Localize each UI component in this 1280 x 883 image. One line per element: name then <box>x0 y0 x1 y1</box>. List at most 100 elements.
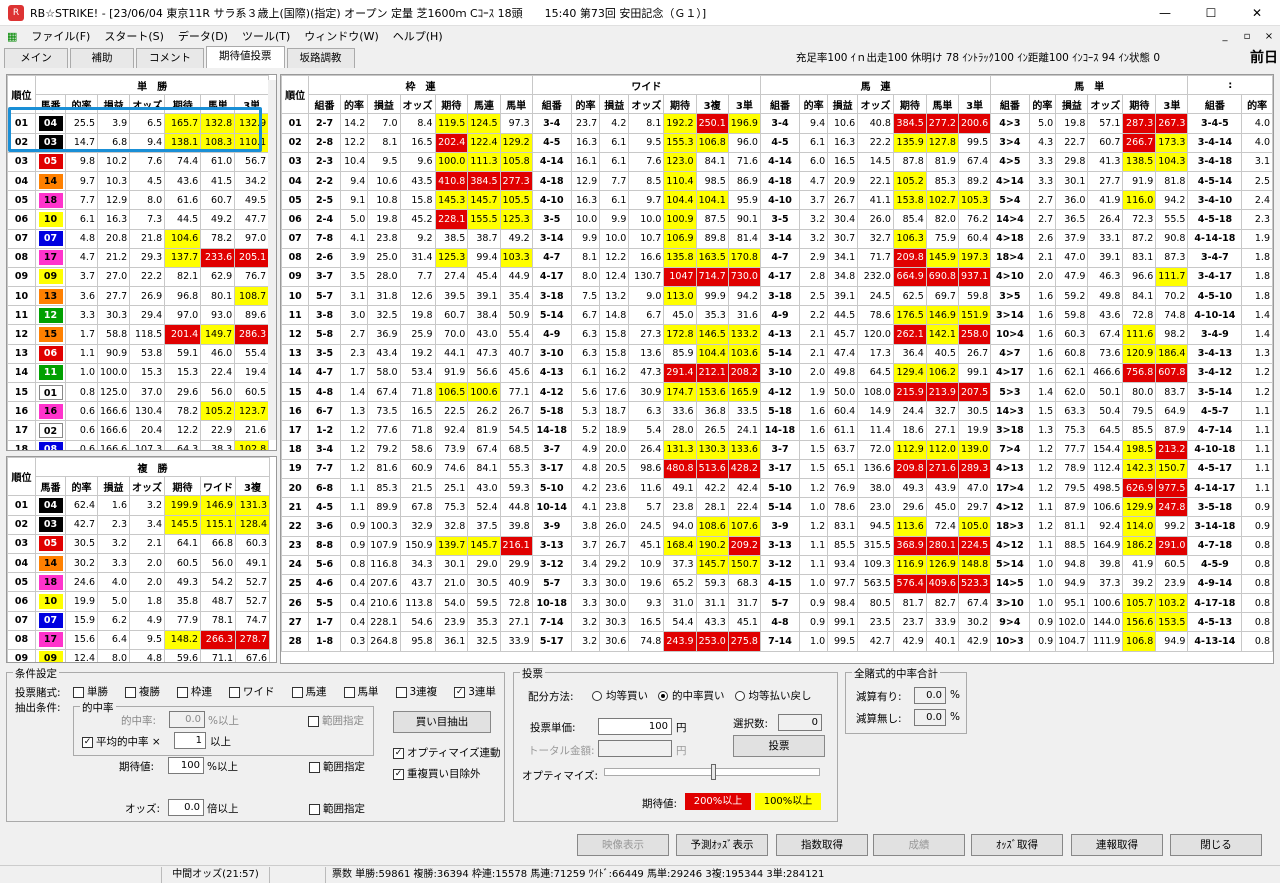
radio-dot[interactable] <box>734 691 745 701</box>
table-row[interactable]: 06 10 19.9 5.0 1.8 35.8 48.7 52.7 <box>7 591 270 612</box>
table-row[interactable]: 15 4-8 1.4 67.4 71.8 106.5 100.6 77.1 4-12 5.6 17.… <box>281 381 1273 403</box>
bet-type-checkbox[interactable]: ワイド <box>229 684 275 699</box>
table-row[interactable]: 16 16 0.6 166.6 130.4 78.2 105.2 123.7 <box>7 401 270 422</box>
table-row[interactable]: 13 3-5 2.3 43.4 19.2 44.1 47.3 40.7 3-10 6.3 15.8 1… <box>281 343 1273 364</box>
table-row[interactable]: 10 5-7 3.1 31.8 12.6 39.5 39.1 35.4 3-18 7.5 13.2 9… <box>281 286 1273 307</box>
bet-type-checkbox[interactable]: 単勝 <box>73 684 108 699</box>
unit-input[interactable]: 100 <box>598 718 672 735</box>
table-row[interactable]: 14 11 1.0 100.0 15.3 15.3 22.4 19.4 <box>7 362 270 384</box>
menu-window[interactable]: ウィンドウ(W) <box>297 28 385 44</box>
table-row[interactable]: 23 8-8 0.9 107.9 150.9 139.7 145.7 216.1 3-13 3.7… <box>281 535 1273 556</box>
bottom-button[interactable]: 閉じる <box>1170 834 1262 856</box>
table-row[interactable]: 20 6-8 1.1 85.3 21.5 25.1 43.0 59.3 5-10 4.2 23.6 1… <box>281 477 1273 499</box>
tab-expected-vote[interactable]: 期待値投票 <box>206 46 285 68</box>
table-row[interactable]: 03 05 9.8 10.2 7.6 74.4 61.0 56.7 <box>7 151 270 172</box>
table-row[interactable]: 02 2-8 12.2 8.1 16.5 202.4 122.4 129.2 4-5 16.3 6.… <box>281 132 1273 153</box>
bet-type-box[interactable]: ✓ <box>454 686 466 698</box>
tab-main[interactable]: メイン <box>4 48 68 68</box>
table-row[interactable]: 06 2-4 5.0 19.8 45.2 228.1 155.5 125.3 3-5 10.0 9.… <box>281 209 1273 230</box>
table-row[interactable]: 08 2-6 3.9 25.0 31.4 125.3 99.4 103.3 4-7 8.1 12.2… <box>281 247 1273 268</box>
avg-hit-box[interactable]: ✓ <box>82 736 93 748</box>
table-row[interactable]: 18 08 0.6 166.6 107.3 64.3 38.3 102.8 <box>7 439 270 450</box>
table-row[interactable]: 17 02 0.6 166.6 20.4 12.2 22.9 21.6 <box>7 420 270 441</box>
table-row[interactable]: 22 3-6 0.9 100.3 32.9 32.8 37.5 39.8 3-9 3.8 26.0 2… <box>281 516 1273 537</box>
radio-dot[interactable] <box>592 691 602 701</box>
range2-box[interactable] <box>309 761 320 773</box>
avg-hit-input[interactable]: 1 <box>174 732 206 749</box>
table-row[interactable]: 21 4-5 1.1 89.9 67.8 75.3 52.4 44.8 10-14 4.1 23.8… <box>281 497 1273 518</box>
optimize-slider-thumb[interactable] <box>711 764 716 780</box>
maximize-button[interactable]: ☐ <box>1188 0 1234 26</box>
mdi-close-button[interactable]: × <box>1258 31 1280 42</box>
method-radio[interactable]: 均等払い戻し <box>734 688 812 703</box>
menu-tools[interactable]: ツール(T) <box>235 28 297 44</box>
table-row[interactable]: 28 1-8 0.3 264.8 95.8 36.1 32.5 33.9 5-17 3.2 30.6… <box>281 631 1273 652</box>
table-row[interactable]: 25 4-6 0.4 207.6 43.7 21.0 30.5 40.9 5-7 3.3 30.0 1… <box>281 573 1273 595</box>
bet-type-box[interactable] <box>395 686 407 698</box>
table-row[interactable]: 19 7-7 1.2 81.6 60.9 74.6 84.1 55.3 3-17 4.8 20.5 9… <box>281 458 1273 479</box>
table-row[interactable]: 24 5-6 0.8 116.8 34.3 30.1 29.0 29.9 3-12 3.4 29.2… <box>281 554 1273 575</box>
avg-hit-checkbox[interactable]: ✓ 平均的中率 × <box>82 734 161 749</box>
table-row[interactable]: 09 09 12.4 8.0 4.8 59.6 71.1 67.6 <box>7 648 270 662</box>
table-row[interactable]: 04 2-2 9.4 10.6 43.5 410.8 384.5 277.3 4-18 12.9 7… <box>281 170 1273 192</box>
exclude-dup-checkbox[interactable]: ✓ 重複買い目除外 <box>393 766 481 781</box>
extract-button[interactable]: 買い目抽出 <box>393 711 491 733</box>
table-row[interactable]: 02 03 42.7 2.3 3.4 145.5 115.1 128.4 <box>7 514 270 535</box>
range2-checkbox[interactable]: 範囲指定 <box>309 759 365 774</box>
range3-checkbox[interactable]: 範囲指定 <box>309 801 365 816</box>
bet-type-checkbox[interactable]: 馬単 <box>343 684 379 699</box>
method-radio[interactable]: 均等買い <box>592 688 648 703</box>
bottom-button[interactable]: 予測ｵｯｽﾞ表示 <box>676 834 768 856</box>
win-scrollbar[interactable] <box>268 80 276 440</box>
table-row[interactable]: 04 14 9.7 10.3 4.5 43.6 41.5 34.2 <box>7 170 270 192</box>
table-row[interactable]: 27 1-7 0.4 228.1 54.6 23.9 35.3 27.1 7-14 3.2 30.3… <box>281 612 1273 633</box>
bet-type-checkbox[interactable]: 馬連 <box>291 684 327 699</box>
tab-comment[interactable]: コメント <box>136 48 204 68</box>
expected-input[interactable]: 100 <box>168 757 204 774</box>
bet-type-box[interactable] <box>291 686 303 698</box>
bottom-button[interactable]: 成績 <box>873 834 965 856</box>
table-row[interactable]: 12 15 1.7 58.8 118.5 201.4 149.7 286.3 <box>7 324 270 345</box>
bottom-button[interactable]: 連報取得 <box>1071 834 1163 856</box>
table-row[interactable]: 01 2-7 14.2 7.0 8.4 119.5 124.5 97.3 3-4 23.7 4.2 8… <box>281 113 1273 134</box>
bet-type-checkbox[interactable]: 枠連 <box>177 684 212 699</box>
bet-type-box[interactable] <box>73 686 84 698</box>
table-row[interactable]: 07 07 4.8 20.8 21.8 104.6 78.2 97.0 <box>7 228 270 249</box>
mdi-minimize-button[interactable]: _ <box>1214 31 1236 42</box>
exclude-dup-box[interactable]: ✓ <box>393 768 404 780</box>
bet-type-checkbox[interactable]: 複勝 <box>125 684 160 699</box>
minimize-button[interactable]: — <box>1142 0 1188 26</box>
table-row[interactable]: 11 12 3.3 30.3 29.4 97.0 93.0 89.6 <box>7 305 270 326</box>
bet-type-box[interactable] <box>125 686 136 698</box>
table-row[interactable]: 08 17 4.7 21.2 29.3 137.7 233.6 205.1 <box>7 247 270 268</box>
bet-type-box[interactable] <box>343 686 355 698</box>
table-row[interactable]: 03 05 30.5 3.2 2.1 64.1 66.8 60.3 <box>7 533 270 554</box>
table-row[interactable]: 06 10 6.1 16.3 7.3 44.5 49.2 47.7 <box>7 209 270 230</box>
table-row[interactable]: 12 5-8 2.7 36.9 25.9 70.0 43.0 55.4 4-9 6.3 15.8 27… <box>281 324 1273 345</box>
method-radio[interactable]: 的中率買い <box>658 688 725 703</box>
bet-type-box[interactable] <box>229 686 240 698</box>
range1-box[interactable] <box>308 715 319 727</box>
mdi-restore-button[interactable]: ▫ <box>1236 31 1258 42</box>
table-row[interactable]: 01 04 62.4 1.6 3.2 199.9 146.9 131.3 <box>7 495 270 516</box>
app-menu-icon[interactable]: ▦ <box>0 30 24 43</box>
table-row[interactable]: 09 3-7 3.5 28.0 7.7 27.4 45.4 44.9 4-17 8.0 12.4 13… <box>281 266 1273 288</box>
menu-file[interactable]: ファイル(F) <box>24 28 97 44</box>
range3-box[interactable] <box>309 803 320 815</box>
table-row[interactable]: 16 6-7 1.3 73.5 16.5 22.5 26.2 26.7 5-18 5.3 18.7 6… <box>281 401 1273 422</box>
table-row[interactable]: 07 7-8 4.1 23.8 9.2 38.5 38.7 49.2 3-14 9.9 10.0 10… <box>281 228 1273 249</box>
tab-aux[interactable]: 補助 <box>70 48 134 68</box>
range1-checkbox[interactable]: 範囲指定 <box>308 713 364 728</box>
bet-type-box[interactable] <box>177 686 188 698</box>
table-row[interactable]: 04 14 30.2 3.3 2.0 60.5 56.0 49.1 <box>7 552 270 574</box>
table-row[interactable]: 17 1-2 1.2 77.6 71.8 92.4 81.9 54.5 14-18 5.2 18.9… <box>281 420 1273 441</box>
radio-dot[interactable] <box>658 691 668 701</box>
table-row[interactable]: 08 17 15.6 6.4 9.5 148.2 266.3 278.7 <box>7 629 270 650</box>
table-row[interactable]: 05 18 24.6 4.0 2.0 49.3 54.2 52.7 <box>7 572 270 593</box>
table-row[interactable]: 07 07 15.9 6.2 4.9 77.9 78.1 74.7 <box>7 610 270 631</box>
odds-input[interactable]: 0.0 <box>168 799 204 816</box>
table-row[interactable]: 05 18 7.7 12.9 8.0 61.6 60.7 49.5 <box>7 190 270 211</box>
table-row[interactable]: 09 09 3.7 27.0 22.2 82.1 62.9 76.7 <box>7 266 270 288</box>
menu-data[interactable]: データ(D) <box>171 28 235 44</box>
bottom-button[interactable]: 映像表示 <box>577 834 669 856</box>
